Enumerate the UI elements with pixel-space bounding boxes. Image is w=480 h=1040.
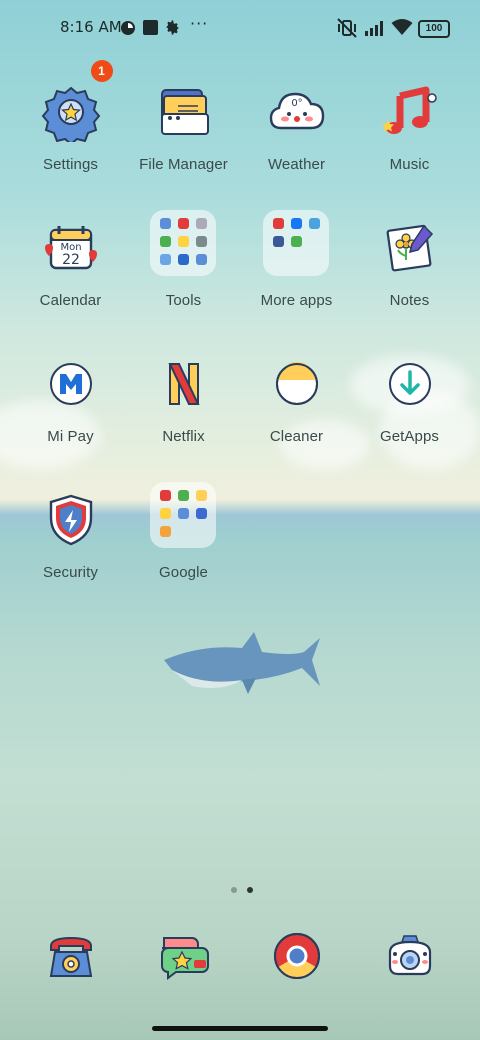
folder-more-apps[interactable]: More apps: [240, 210, 353, 309]
folder-tools[interactable]: Tools: [127, 210, 240, 309]
dock-camera[interactable]: [384, 930, 436, 982]
netflix-icon: [167, 363, 200, 405]
circle-app-icon: [121, 21, 135, 35]
status-time: 8:16 AM: [60, 18, 122, 36]
battery-icon: 100: [418, 20, 450, 38]
home-screen: 8:16 AM ··· 100 1 Settings File Manager …: [0, 0, 480, 1040]
app-cleaner[interactable]: Cleaner: [240, 354, 353, 445]
app-label: Google: [159, 564, 208, 581]
app-label: Mi Pay: [47, 428, 94, 445]
page-indicator[interactable]: [226, 878, 258, 897]
folder-icon: [160, 89, 209, 135]
notification-badge: 1: [90, 60, 113, 82]
app-label: Settings: [43, 156, 98, 173]
signal-icon: [365, 21, 383, 36]
app-label: Security: [43, 564, 98, 581]
app-calendar[interactable]: Mon 22 Calendar: [14, 218, 127, 309]
download-icon: [388, 363, 431, 405]
status-bar: 8:16 AM ··· 100: [0, 14, 480, 42]
dock: [0, 930, 480, 990]
shark-wallpaper-image: [164, 632, 320, 694]
shield-icon: [49, 494, 92, 546]
calendar-date-text: 22: [62, 252, 80, 268]
mi-pay-icon: [49, 363, 92, 405]
app-music[interactable]: Music: [353, 82, 466, 173]
app-mi-pay[interactable]: Mi Pay: [14, 354, 127, 445]
phone-icon: [49, 936, 93, 977]
app-weather[interactable]: 0° Weather: [240, 82, 353, 173]
app-label: Music: [389, 156, 430, 173]
app-label: Tools: [165, 292, 202, 309]
app-file-manager[interactable]: File Manager: [127, 82, 240, 173]
message-icon: [161, 937, 209, 980]
folder-google[interactable]: Google: [127, 482, 240, 581]
home-gesture-bar[interactable]: [152, 1026, 328, 1031]
app-label: Calendar: [39, 292, 102, 309]
gear-icon: [41, 86, 100, 146]
page-dot-active[interactable]: [247, 887, 253, 893]
app-label: GetApps: [379, 428, 440, 445]
chrome-icon: [274, 933, 320, 979]
wifi-icon: [391, 19, 413, 35]
dock-chrome[interactable]: [271, 930, 323, 982]
calendar-icon: Mon 22: [44, 226, 97, 270]
note-icon: [386, 224, 433, 272]
more-icon[interactable]: ···: [190, 14, 208, 33]
app-label: More apps: [260, 292, 333, 309]
app-netflix[interactable]: Netflix: [127, 354, 240, 445]
app-notes[interactable]: Notes: [353, 218, 466, 309]
page-dot[interactable]: [231, 887, 237, 893]
dock-messages[interactable]: [158, 930, 210, 982]
music-note-icon: [381, 86, 437, 134]
app-getapps[interactable]: GetApps: [353, 354, 466, 445]
square-app-icon: [143, 20, 158, 35]
dock-phone[interactable]: [45, 930, 97, 982]
cleaner-icon: [275, 362, 318, 405]
cloud-icon: 0°: [269, 92, 324, 130]
gear-icon: [166, 20, 179, 35]
app-label: Notes: [389, 292, 430, 309]
battery-level: 100: [425, 23, 443, 34]
app-label: Cleaner: [269, 428, 324, 445]
app-security[interactable]: Security: [14, 490, 127, 581]
app-settings[interactable]: 1 Settings: [14, 60, 127, 173]
vibrate-off-icon: [337, 18, 357, 38]
weather-temp-text: 0°: [291, 98, 302, 109]
camera-icon: [388, 935, 432, 976]
app-label: Weather: [267, 156, 326, 173]
app-label: Netflix: [162, 428, 205, 445]
app-label: File Manager: [139, 156, 228, 173]
